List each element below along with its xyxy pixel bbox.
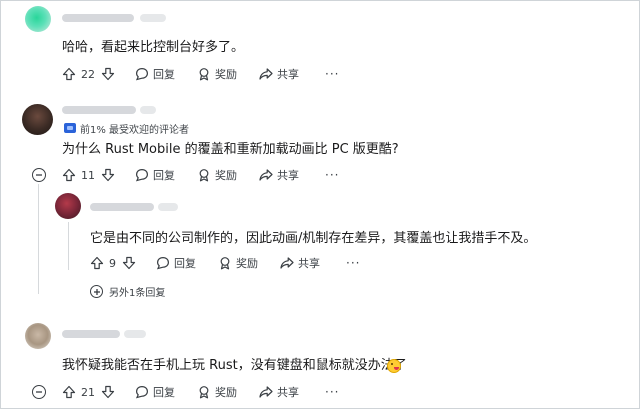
comment-actions: 22 回复 奖励 共享 ··· [62,64,339,84]
share-icon [259,386,273,398]
badge-label: 前1% 最受欢迎的评论者 [80,124,190,136]
comment-body: 它是由不同的公司制作的，因此动画/机制存在差异，其覆盖也让我措手不及。 [90,231,537,246]
minus-icon [36,174,42,176]
upvote-button[interactable] [90,256,104,270]
upvote-button[interactable] [62,168,76,182]
share-label: 共享 [277,169,299,182]
more-options-button[interactable]: ··· [346,256,360,270]
more-options-button[interactable]: ··· [325,385,339,399]
award-icon [199,68,209,81]
more-options-button[interactable]: ··· [325,67,339,81]
upvote-icon [62,385,76,399]
reply-button[interactable]: 回复 [156,255,196,271]
upvote-button[interactable] [62,385,76,399]
minus-icon [36,391,42,393]
comment-body: 为什么 Rust Mobile 的覆盖和重新加载动画比 PC 版更酷? [62,142,399,157]
share-icon [280,257,294,269]
username[interactable] [62,106,136,114]
share-icon [259,68,273,80]
vote-count: 22 [81,67,95,81]
reply-label: 回复 [153,169,175,182]
reply-label: 回复 [153,386,175,399]
downvote-button[interactable] [101,385,115,399]
reply-button[interactable]: 回复 [135,167,175,183]
timestamp [124,330,146,338]
comment-text: 我怀疑我能否在手机上玩 Rust，没有键盘和鼠标就没办法了 [62,358,407,373]
comment-actions: 11 回复 奖励 共享 ··· [62,165,339,185]
timestamp [158,203,178,211]
award-label: 奖励 [236,257,258,270]
award-label: 奖励 [215,386,237,399]
comment-icon [135,168,149,182]
comment-body: 哈哈，看起来比控制台好多了。 [62,40,245,55]
upvote-button[interactable] [62,67,76,81]
avatar[interactable] [25,323,51,349]
reply-label: 回复 [153,68,175,81]
more-replies-button[interactable]: 另外1条回复 [90,284,165,299]
share-label: 共享 [277,68,299,81]
vote-count: 21 [81,385,95,399]
badge-icon [64,123,76,133]
timestamp [140,106,156,114]
share-button[interactable]: 共享 [259,66,299,82]
award-button[interactable]: 奖励 [197,66,237,82]
avatar[interactable] [22,104,53,135]
award-icon [199,169,209,182]
share-button[interactable]: 共享 [280,255,320,271]
reply-button[interactable]: 回复 [135,66,175,82]
share-label: 共享 [277,386,299,399]
upvote-icon [62,67,76,81]
vote-count: 11 [81,168,95,182]
award-label: 奖励 [215,169,237,182]
smiling-face-with-tongue-icon [387,359,401,373]
avatar[interactable] [25,6,51,32]
plus-icon [90,285,103,298]
more-options-button[interactable]: ··· [325,168,339,182]
username[interactable] [90,203,154,211]
upvote-icon [62,168,76,182]
share-button[interactable]: 共享 [259,167,299,183]
downvote-icon [101,67,115,81]
award-button[interactable]: 奖励 [197,167,237,183]
username[interactable] [62,14,134,22]
more-replies-label: 另外1条回复 [109,288,166,299]
timestamp [140,14,166,22]
username[interactable] [62,330,120,338]
share-icon [259,169,273,181]
thread-line[interactable] [38,184,39,294]
downvote-icon [101,385,115,399]
downvote-button[interactable] [101,67,115,81]
comment-actions: 21 回复 奖励 共享 ··· [62,382,339,402]
award-label: 奖励 [215,68,237,81]
thread-line[interactable] [68,222,69,270]
downvote-button[interactable] [122,256,136,270]
comment-icon [135,67,149,81]
reply-label: 回复 [174,257,196,270]
top-commenter-badge: 前1% 最受欢迎的评论者 [64,121,190,136]
award-icon [220,257,230,270]
share-label: 共享 [298,257,320,270]
collapse-thread-button[interactable] [32,385,46,399]
comment-icon [135,385,149,399]
share-button[interactable]: 共享 [259,384,299,400]
collapse-thread-button[interactable] [32,168,46,182]
upvote-icon [90,256,104,270]
downvote-icon [101,168,115,182]
vote-count: 9 [109,256,116,270]
downvote-icon [122,256,136,270]
comment-body: 我怀疑我能否在手机上玩 Rust，没有键盘和鼠标就没办法了 [62,357,407,375]
award-button[interactable]: 奖励 [218,255,258,271]
comment-actions: 9 回复 奖励 共享 ··· [90,253,360,273]
reply-button[interactable]: 回复 [135,384,175,400]
avatar[interactable] [55,193,81,219]
downvote-button[interactable] [101,168,115,182]
award-icon [199,386,209,399]
comment-icon [156,256,170,270]
award-button[interactable]: 奖励 [197,384,237,400]
